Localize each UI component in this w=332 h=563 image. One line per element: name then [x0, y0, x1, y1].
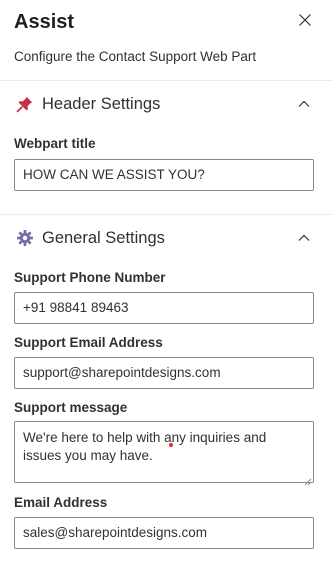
chevron-up-icon [296, 96, 312, 112]
webpart-title-label: Webpart title [14, 136, 96, 151]
email-address-label: Email Address [14, 495, 108, 510]
gear-icon [15, 228, 35, 248]
pane-description: Configure the Contact Support Web Part [14, 49, 257, 64]
webpart-title-input[interactable]: HOW CAN WE ASSIST YOU? [14, 159, 314, 191]
close-icon [298, 13, 312, 32]
support-message-textarea[interactable]: We're here to help with any inquiries an… [14, 421, 314, 486]
property-pane: Assist Configure the Contact Support Web… [0, 0, 332, 563]
section-label-general-settings: General Settings [42, 229, 165, 247]
section-label-header-settings: Header Settings [42, 95, 161, 113]
chevron-up-icon [296, 230, 312, 246]
section-header-settings[interactable]: Header Settings [0, 87, 332, 121]
support-email-label: Support Email Address [14, 335, 163, 350]
cursor-marker [169, 443, 173, 447]
support-phone-label: Support Phone Number [14, 270, 166, 285]
support-phone-input[interactable]: +91 98841 89463 [14, 292, 314, 324]
section-general-settings[interactable]: General Settings [0, 221, 332, 255]
divider [0, 80, 332, 81]
support-message-label: Support message [14, 400, 128, 415]
support-email-input[interactable]: support@sharepointdesigns.com [14, 357, 314, 389]
resize-grip-icon[interactable] [304, 473, 312, 486]
email-address-input[interactable]: sales@sharepointdesigns.com [14, 517, 314, 549]
pushpin-icon [15, 94, 35, 114]
close-button[interactable] [292, 10, 318, 34]
pane-title: Assist [14, 11, 75, 33]
support-message-text: We're here to help with any inquiries an… [23, 430, 267, 463]
divider [0, 214, 332, 215]
